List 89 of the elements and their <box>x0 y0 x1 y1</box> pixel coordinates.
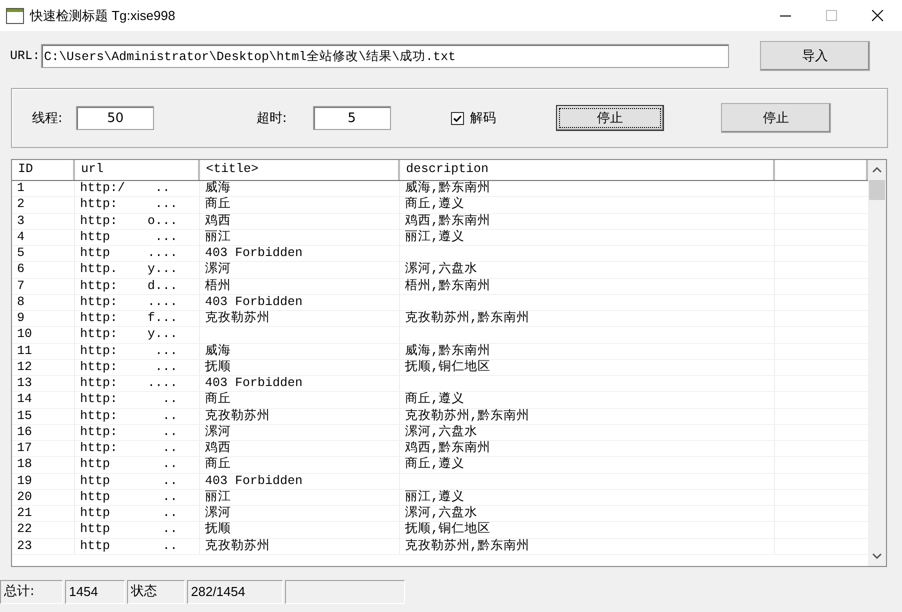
timeout-field[interactable]: 5 <box>312 106 391 130</box>
decode-label: 解码 <box>470 110 496 127</box>
table-cell: http .. <box>80 538 178 552</box>
url-field[interactable]: C:\Users\Administrator\Desktop\html全站修改\结果\成功.txt <box>41 44 730 68</box>
table-cell: 抚顺 <box>205 522 231 536</box>
table-cell: 20 <box>17 490 32 504</box>
table-cell: 5 <box>17 246 25 260</box>
table-cell: http ... <box>80 230 178 244</box>
table-cell: 威海 <box>205 181 231 195</box>
table-cell: 11 <box>17 344 32 358</box>
table-cell: 7 <box>17 278 25 292</box>
table-cell: 13 <box>17 376 32 390</box>
table-cell: 403 Forbidden <box>205 376 303 390</box>
close-icon[interactable] <box>872 10 884 22</box>
status-panel: 总计: <box>0 580 63 604</box>
table-cell: 6 <box>17 262 25 276</box>
table-cell: 3 <box>17 214 25 228</box>
threads-field[interactable]: 50 <box>76 106 154 130</box>
status-panel: 282/1454 <box>187 580 283 604</box>
url-label: URL: <box>10 49 40 63</box>
table-cell: 漯河 <box>205 506 231 520</box>
table-cell: http: .... <box>80 376 178 390</box>
table-cell: http: ... <box>80 344 178 358</box>
table-cell: 403 Forbidden <box>205 294 303 309</box>
stop-button[interactable]: 停止 <box>720 103 831 133</box>
table-cell: http .. <box>80 506 178 520</box>
window-title: 快速检测标题 Tg:xise998 <box>30 6 176 24</box>
timeout-label: 超时: <box>256 110 287 127</box>
table-cell: http: d... <box>80 278 178 292</box>
import-button[interactable]: 导入 <box>760 41 870 71</box>
table-cell: 8 <box>17 294 25 309</box>
table-cell: 丽江 <box>205 230 231 244</box>
table-cell: 23 <box>17 538 32 552</box>
table-cell: 克孜勒苏州 <box>205 311 270 325</box>
table-cell: 2 <box>17 197 25 212</box>
table-cell: 14 <box>17 392 32 406</box>
table-cell: http: ... <box>80 360 178 374</box>
scrollbar[interactable] <box>868 160 886 566</box>
table-cell: http .... <box>80 246 178 260</box>
table-cell: http .. <box>80 490 178 504</box>
table-cell: 16 <box>17 424 32 439</box>
scroll-up-icon[interactable] <box>872 166 882 174</box>
table-cell: 抚顺 <box>205 360 231 374</box>
table-cell: 威海 <box>205 344 231 358</box>
table-cell: 18 <box>17 457 32 472</box>
table-cell: http: .. <box>80 424 178 439</box>
table-cell: http: f... <box>80 311 178 325</box>
table-cell: 17 <box>17 441 32 455</box>
decode-checkbox[interactable] <box>450 112 464 124</box>
table-cell: http:/ .. <box>80 181 170 195</box>
table-cell: http: .. <box>80 408 178 422</box>
table-cell: http .. <box>80 457 178 472</box>
table-cell: 12 <box>17 360 32 374</box>
table-cell: 鸡西 <box>205 214 231 228</box>
window-icon <box>6 8 24 24</box>
scroll-thumb[interactable] <box>869 180 885 200</box>
table-cell: 漯河 <box>205 424 231 439</box>
table-cell: 抚顺,铜仁地区 <box>405 522 491 536</box>
table-cell: 15 <box>17 408 32 422</box>
table-cell: http: .. <box>80 392 178 406</box>
scroll-down-icon[interactable] <box>872 552 882 560</box>
status-panel: 状态 <box>127 580 185 604</box>
table-cell: 19 <box>17 474 32 488</box>
table-cell: 鸡西 <box>205 441 231 455</box>
table-cell: 1 <box>17 181 25 195</box>
table-cell: 9 <box>17 311 25 325</box>
table-cell: http .. <box>80 474 178 488</box>
table-cell: 10 <box>17 327 32 342</box>
table-cell: http: .. <box>80 441 178 455</box>
table-cell: 抚顺,铜仁地区 <box>405 360 491 374</box>
table-cell: http: ... <box>80 197 178 212</box>
table-cell: 403 Forbidden <box>205 474 303 488</box>
table-cell: 克孜勒苏州 <box>205 408 270 422</box>
table-cell: http: o... <box>80 214 178 228</box>
table-cell: http. y... <box>80 262 178 276</box>
table-cell: 21 <box>17 506 32 520</box>
table-cell: 4 <box>17 230 25 244</box>
table-cell: 克孜勒苏州 <box>205 538 270 552</box>
table-cell: http: .... <box>80 294 178 309</box>
status-panel: 1454 <box>65 580 125 604</box>
table-cell: 漯河 <box>205 262 231 276</box>
table-cell: http: y... <box>80 327 178 342</box>
table-cell: 梧州 <box>205 278 231 292</box>
table-cell: 丽江 <box>205 490 231 504</box>
threads-label: 线程: <box>32 110 62 127</box>
stop-button[interactable]: 停止 <box>556 105 664 131</box>
table-cell: 403 Forbidden <box>205 246 303 260</box>
table-cell: 22 <box>17 522 32 536</box>
table-cell: http .. <box>80 522 178 536</box>
